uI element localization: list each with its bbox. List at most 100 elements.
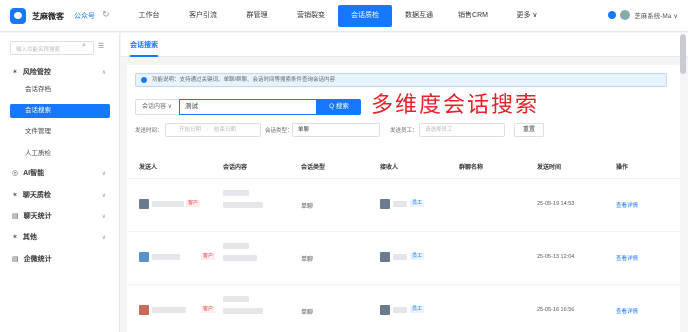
col-time: 发送时间 <box>537 165 562 171</box>
results-table: 发送人 会话内容 会话类型 接收人 群聊名称 发送时间 操作 客户 单聊 员工 … <box>127 153 680 332</box>
info-icon <box>141 77 147 83</box>
nav-item-crm[interactable]: 销售CRM <box>446 5 500 27</box>
table-row: 客户 单聊 员工 25-05-16 16:56 查看详情 <box>127 286 680 332</box>
sidebar-group-chat-stats[interactable]: ▤ 聊天统计 ∨ <box>0 210 120 224</box>
switch-icon[interactable]: ↻ <box>102 9 110 20</box>
ai-icon: ◎ <box>12 170 19 177</box>
notice-text: 功能说明：支持通过关键词、单聊/群聊、会话时间等搜索条件查询会话内容 <box>152 77 336 83</box>
content-blurred <box>223 296 249 302</box>
sender-tag: 客户 <box>201 253 216 260</box>
sidebar-group-risk[interactable]: ✶ 风险管控 ∧ <box>0 66 120 80</box>
content-blurred <box>223 255 257 261</box>
user-area[interactable]: 芝麻系统-Ma ∨ <box>608 10 678 20</box>
col-content: 会话内容 <box>223 165 248 171</box>
check-icon: ✶ <box>12 192 18 199</box>
top-nav: 工作台 客户引流 群管理 营销裂变 会话质检 数据互通 销售CRM 更多 ∨ <box>122 5 554 27</box>
sidebar-item-session-search[interactable]: 会话搜索 <box>10 104 110 118</box>
nav-item-session-qa[interactable]: 会话质检 <box>338 5 392 27</box>
col-type: 会话类型 <box>301 165 326 171</box>
sender-name-blurred <box>152 254 180 260</box>
nav-item-acquisition[interactable]: 客户引流 <box>176 5 230 27</box>
menu-toggle-icon[interactable]: ☰ <box>98 42 104 50</box>
table-row: 客户 单聊 员工 25-05-13 12:04 查看详情 <box>127 233 680 285</box>
sidebar-group-ai[interactable]: ◎ AI智能 ∨ <box>0 167 120 181</box>
top-bar: 芝麻微客 公众号 ↻ 工作台 客户引流 群管理 营销裂变 会话质检 数据互通 销… <box>0 0 688 32</box>
sidebar-group-other[interactable]: ✶ 其他 ∨ <box>0 231 120 245</box>
table-header: 发送人 会话内容 会话类型 接收人 群聊名称 发送时间 操作 <box>127 153 680 179</box>
date-range-picker[interactable]: 开始日期 - 结束日期 <box>165 123 261 137</box>
start-date-placeholder: 开始日期 <box>179 127 202 133</box>
send-time: 25-05-19 14:53 <box>537 201 575 207</box>
col-group: 群聊名称 <box>459 165 484 171</box>
session-type: 单聊 <box>301 204 314 210</box>
notice-banner: 功能说明：支持通过关键词、单聊/群聊、会话时间等搜索条件查询会话内容 <box>135 73 667 87</box>
sidebar: 输入功能名称搜索 ⌕ ☰ ✶ 风险管控 ∧ 会话存档 会话搜索 文件管理 人工质检… <box>0 33 120 332</box>
time-label: 发送时间： <box>135 128 163 134</box>
type-label: 会话类型： <box>265 128 293 134</box>
org-icon <box>608 11 617 19</box>
session-type: 单聊 <box>301 257 314 263</box>
send-time: 25-05-13 12:04 <box>537 254 575 260</box>
sidebar-item-archive[interactable]: 会话存档 <box>0 83 120 97</box>
tab-underline <box>130 55 158 57</box>
chevron-down-icon: ∨ <box>101 171 106 177</box>
sender-name-blurred <box>152 307 186 313</box>
chevron-up-icon: ∧ <box>101 70 106 76</box>
view-details-link[interactable]: 查看详情 <box>616 254 638 262</box>
sidebar-group-chat-qa[interactable]: ✶ 聊天质检 ∨ <box>0 189 120 203</box>
stats-icon: ▤ <box>12 256 19 263</box>
sender-avatar <box>139 252 149 262</box>
receiver-avatar <box>380 252 390 262</box>
reset-button[interactable]: 重置 <box>514 123 544 137</box>
chevron-down-icon: ∨ <box>101 193 106 199</box>
shield-icon: ✶ <box>12 69 18 76</box>
receiver-tag: 员工 <box>410 253 425 260</box>
overlay-title: 多维度会话搜索 <box>371 93 540 118</box>
content-blurred <box>223 243 249 249</box>
keyword-input[interactable]: 测试 <box>179 99 317 115</box>
sender-tag: 客户 <box>201 306 216 313</box>
nav-item-dashboard[interactable]: 工作台 <box>122 5 176 27</box>
sidebar-item-manual-qa[interactable]: 人工质检 <box>0 147 120 161</box>
end-date-placeholder: 结束日期 <box>213 127 236 133</box>
staff-label: 发送员工： <box>390 128 418 134</box>
chevron-down-icon: ∨ <box>101 235 106 241</box>
nav-item-marketing[interactable]: 营销裂变 <box>284 5 338 27</box>
content-blurred <box>223 190 249 196</box>
avatar[interactable] <box>620 10 631 20</box>
app-logo-icon <box>10 8 26 24</box>
search-button[interactable]: Q 搜索 <box>317 99 361 115</box>
view-details-link[interactable]: 查看详情 <box>616 307 638 315</box>
other-icon: ✶ <box>12 234 18 241</box>
receiver-name-blurred <box>393 307 407 313</box>
col-receiver: 接收人 <box>380 165 399 171</box>
staff-select[interactable]: 请选择员工 <box>419 123 505 137</box>
sender-avatar <box>139 305 149 315</box>
sidebar-item-files[interactable]: 文件管理 <box>0 125 120 139</box>
content-blurred <box>223 308 263 314</box>
receiver-name-blurred <box>393 254 407 260</box>
content-blurred <box>223 202 263 208</box>
sender-avatar <box>139 199 149 209</box>
scrollbar[interactable] <box>680 34 686 74</box>
tab-session-search[interactable]: 会话搜索 <box>130 40 158 50</box>
nav-item-more[interactable]: 更多 ∨ <box>500 5 554 27</box>
nav-item-data-sync[interactable]: 数据互通 <box>392 5 446 27</box>
col-sender: 发送人 <box>139 165 158 171</box>
send-time: 25-05-16 16:56 <box>537 307 575 313</box>
session-type-select[interactable]: 单聊 <box>292 123 380 137</box>
nav-item-groups[interactable]: 群管理 <box>230 5 284 27</box>
receiver-tag: 员工 <box>410 306 425 313</box>
search-icon[interactable]: ⌕ <box>82 42 86 50</box>
user-name[interactable]: 芝麻系统-Ma ∨ <box>634 10 678 20</box>
view-details-link[interactable]: 查看详情 <box>616 201 638 209</box>
receiver-tag: 员工 <box>410 200 425 207</box>
tabs-bar: 会话搜索 <box>121 33 688 57</box>
receiver-avatar <box>380 305 390 315</box>
account-type-link[interactable]: 公众号 <box>74 11 95 21</box>
brand-name: 芝麻微客 <box>32 12 64 21</box>
search-scope-select[interactable]: 会话内容 ∨ <box>135 99 179 115</box>
chevron-down-icon: ∨ <box>101 214 106 220</box>
sidebar-group-wecom-stats[interactable]: ▤ 企微统计 <box>0 253 120 267</box>
receiver-name-blurred <box>393 201 407 207</box>
